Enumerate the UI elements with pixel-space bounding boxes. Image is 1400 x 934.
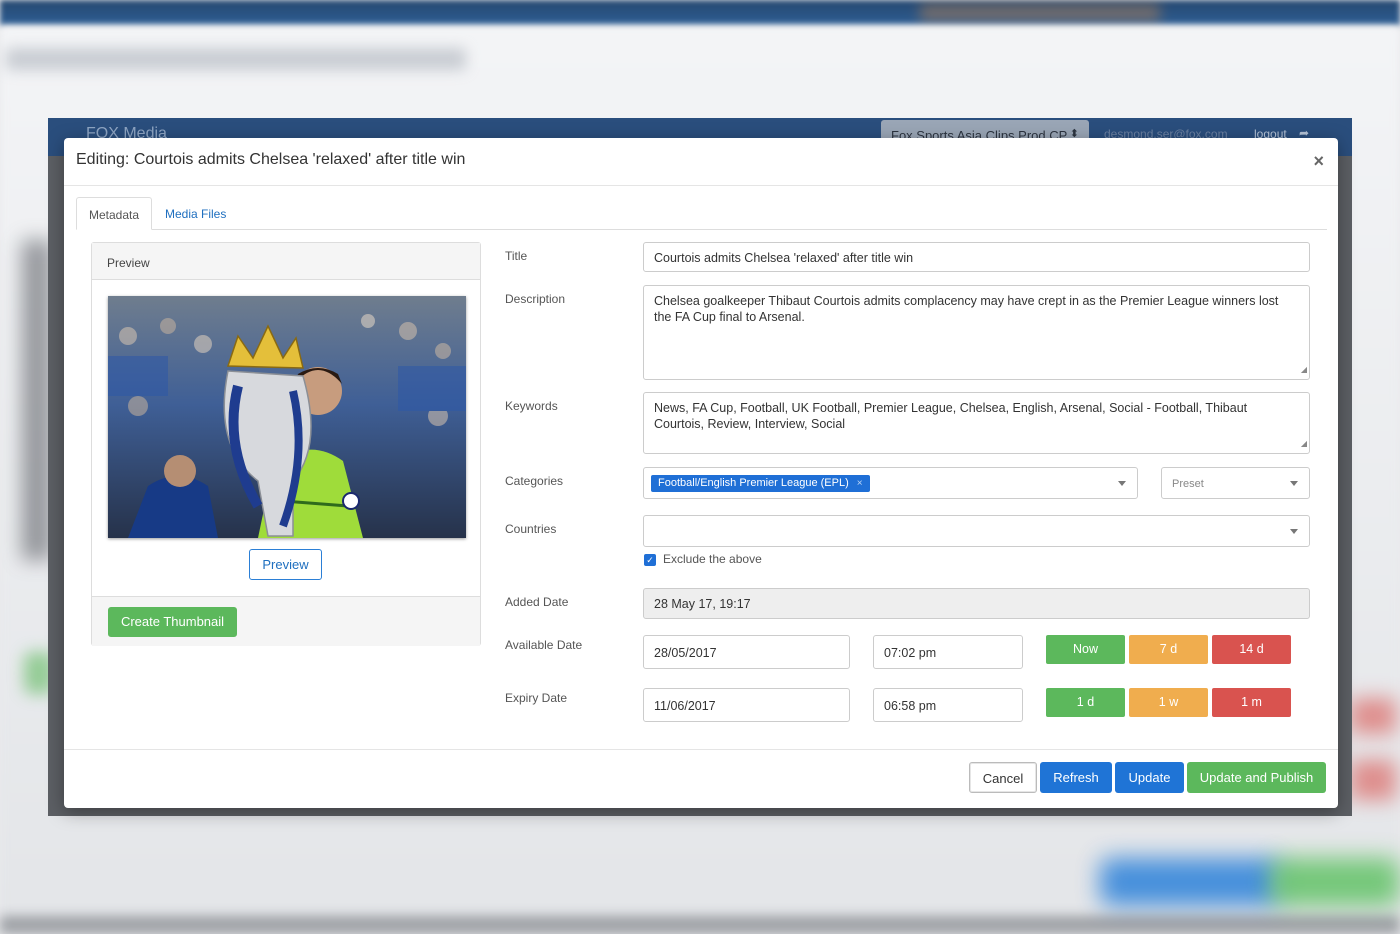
expiry-1w-button[interactable]: 1 w <box>1129 688 1208 717</box>
create-thumbnail-button[interactable]: Create Thumbnail <box>108 607 237 637</box>
available-now-button[interactable]: Now <box>1046 635 1125 664</box>
expiry-time-input[interactable]: 06:58 pm <box>873 688 1023 722</box>
thumbnail-image <box>108 296 466 538</box>
video-thumbnail <box>108 296 466 538</box>
category-tag-label: Football/English Premier League (EPL) <box>658 477 849 489</box>
resize-handle-icon[interactable]: ◢ <box>1301 436 1307 452</box>
expiry-date-value: 11/06/2017 <box>654 699 716 713</box>
preview-panel: Preview Preview Create Thumbnail <box>91 242 481 646</box>
update-button[interactable]: Update <box>1115 762 1184 793</box>
added-date-field: 28 May 17, 19:17 <box>643 588 1310 619</box>
exclude-checkbox[interactable]: ✓ <box>644 554 656 566</box>
expiry-time-value: 06:58 pm <box>884 699 937 713</box>
modal-title: Editing: Courtois admits Chelsea 'relaxe… <box>76 151 466 168</box>
expiry-1d-button[interactable]: 1 d <box>1046 688 1125 717</box>
resize-handle-icon[interactable]: ◢ <box>1301 362 1307 378</box>
divider <box>64 185 1338 186</box>
exclude-label[interactable]: Exclude the above <box>663 552 762 566</box>
countries-select[interactable] <box>643 515 1310 547</box>
preview-panel-footer: Create Thumbnail <box>92 596 480 646</box>
expiry-date-label: Expiry Date <box>505 691 568 705</box>
tab-media-files[interactable]: Media Files <box>153 197 238 229</box>
available-time-input[interactable]: 07:02 pm <box>873 635 1023 669</box>
chevron-down-icon[interactable] <box>1290 481 1298 486</box>
title-input[interactable]: Courtois admits Chelsea 'relaxed' after … <box>643 242 1310 272</box>
preset-select[interactable]: Preset <box>1161 467 1310 499</box>
available-date-input[interactable]: 28/05/2017 <box>643 635 850 669</box>
added-date-value: 28 May 17, 19:17 <box>654 597 751 611</box>
available-date-label: Available Date <box>505 638 583 652</box>
keywords-label: Keywords <box>505 399 558 413</box>
background-accent <box>920 4 1160 22</box>
description-label: Description <box>505 292 566 306</box>
categories-label: Categories <box>505 474 564 488</box>
available-time-value: 07:02 pm <box>884 646 937 660</box>
expiry-1m-button[interactable]: 1 m <box>1212 688 1291 717</box>
tab-metadata[interactable]: Metadata <box>76 197 152 230</box>
update-and-publish-button[interactable]: Update and Publish <box>1187 762 1326 793</box>
background-heading <box>6 48 466 70</box>
available-7d-button[interactable]: 7 d <box>1129 635 1208 664</box>
available-14d-button[interactable]: 14 d <box>1212 635 1291 664</box>
background-red-button <box>1350 760 1396 800</box>
categories-select[interactable]: Football/English Premier League (EPL) × <box>643 467 1138 499</box>
chevron-down-icon[interactable] <box>1118 481 1126 486</box>
description-value: Chelsea goalkeeper Thibaut Courtois admi… <box>654 294 1279 324</box>
title-input-value: Courtois admits Chelsea 'relaxed' after … <box>654 251 914 265</box>
chevron-down-icon[interactable] <box>1290 529 1298 534</box>
background-bottom-bar <box>0 916 1400 934</box>
expiry-date-input[interactable]: 11/06/2017 <box>643 688 850 722</box>
added-date-label: Added Date <box>505 595 569 609</box>
background-green-button <box>1270 858 1400 906</box>
tab-bar: Metadata Media Files <box>76 197 1327 230</box>
refresh-button[interactable]: Refresh <box>1040 762 1112 793</box>
edit-modal: Editing: Courtois admits Chelsea 'relaxe… <box>64 138 1338 808</box>
keywords-value: News, FA Cup, Football, UK Football, Pre… <box>654 401 1248 431</box>
background-blue-button <box>1100 858 1280 906</box>
title-label: Title <box>505 249 528 263</box>
keywords-textarea[interactable]: News, FA Cup, Football, UK Football, Pre… <box>643 392 1310 454</box>
countries-label: Countries <box>505 522 557 536</box>
available-date-value: 28/05/2017 <box>654 646 717 660</box>
close-icon[interactable]: × <box>1313 152 1324 170</box>
category-tag: Football/English Premier League (EPL) × <box>651 475 870 492</box>
remove-tag-icon[interactable]: × <box>857 478 863 489</box>
description-textarea[interactable]: Chelsea goalkeeper Thibaut Courtois admi… <box>643 285 1310 380</box>
cancel-button[interactable]: Cancel <box>969 762 1037 793</box>
preset-placeholder: Preset <box>1172 478 1204 490</box>
background-red-button <box>1350 698 1396 734</box>
preview-panel-heading: Preview <box>92 243 480 280</box>
background-topbar <box>0 0 1400 26</box>
preview-button[interactable]: Preview <box>249 549 322 580</box>
divider <box>64 749 1338 750</box>
